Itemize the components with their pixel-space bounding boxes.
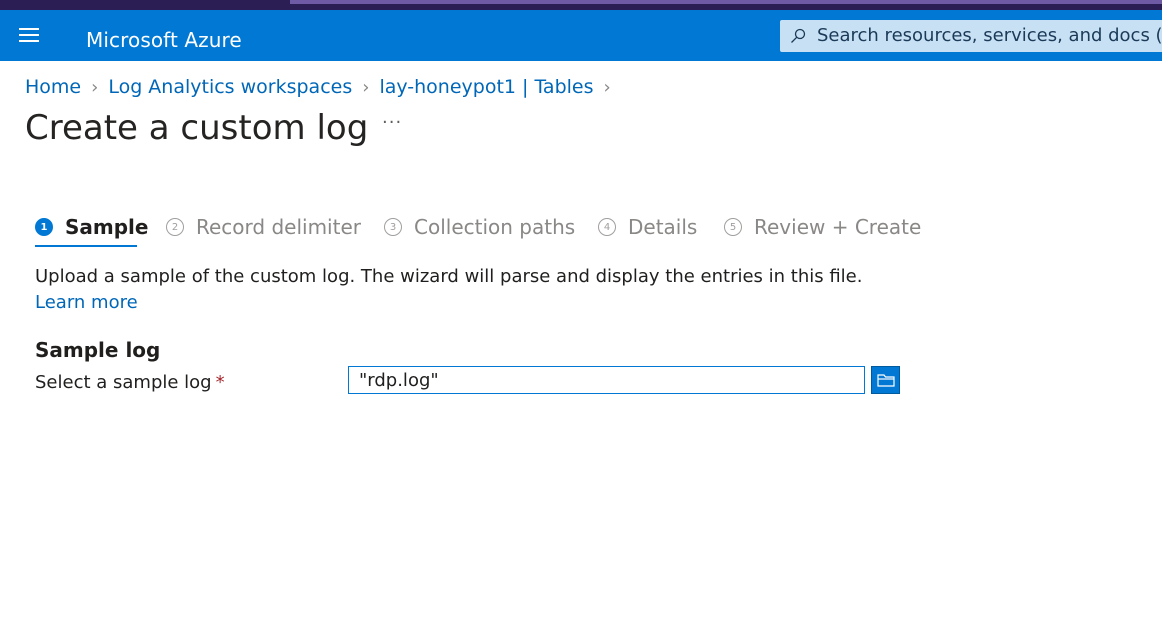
browse-file-button[interactable] xyxy=(871,366,900,394)
chevron-right-icon: › xyxy=(603,76,611,98)
step-description: Upload a sample of the custom log. The w… xyxy=(35,264,905,316)
hamburger-icon[interactable] xyxy=(19,28,39,42)
chevron-right-icon: › xyxy=(362,76,370,98)
page-title: Create a custom log xyxy=(25,108,369,148)
section-title: Sample log xyxy=(35,338,161,362)
step-number: 2 xyxy=(166,218,184,236)
brand-title[interactable]: Microsoft Azure xyxy=(86,28,242,52)
browser-top-strip xyxy=(0,0,1162,10)
step-number: 1 xyxy=(35,218,53,236)
step-number: 5 xyxy=(724,218,742,236)
step-label: Details xyxy=(628,215,698,239)
breadcrumb: Home › Log Analytics workspaces › lay-ho… xyxy=(25,74,621,100)
description-text: Upload a sample of the custom log. The w… xyxy=(35,266,863,287)
field-label-text: Select a sample log xyxy=(35,372,212,393)
browser-tab-bar xyxy=(290,0,1162,4)
step-number: 4 xyxy=(598,218,616,236)
breadcrumb-log-analytics[interactable]: Log Analytics workspaces xyxy=(108,76,352,98)
folder-icon xyxy=(876,374,895,387)
step-review-create[interactable]: 5 Review + Create xyxy=(724,212,921,242)
required-marker: * xyxy=(215,372,225,393)
learn-more-link[interactable]: Learn more xyxy=(35,292,138,313)
step-details[interactable]: 4 Details xyxy=(598,212,697,242)
step-number: 3 xyxy=(384,218,402,236)
search-placeholder: Search resources, services, and docs (G+… xyxy=(817,25,1162,46)
global-search[interactable]: Search resources, services, and docs (G+… xyxy=(780,20,1162,52)
breadcrumb-home[interactable]: Home xyxy=(25,76,81,98)
step-label: Sample xyxy=(65,215,149,239)
step-label: Record delimiter xyxy=(196,215,361,239)
active-step-indicator xyxy=(35,245,137,247)
step-sample[interactable]: 1 Sample xyxy=(35,212,148,242)
azure-header: Microsoft Azure Search resources, servic… xyxy=(0,10,1162,61)
sample-log-label: Select a sample log * xyxy=(35,372,225,393)
chevron-right-icon: › xyxy=(91,76,99,98)
more-options-icon[interactable]: ··· xyxy=(382,112,402,133)
step-record-delimiter[interactable]: 2 Record delimiter xyxy=(166,212,361,242)
step-label: Review + Create xyxy=(754,215,922,239)
step-collection-paths[interactable]: 3 Collection paths xyxy=(384,212,575,242)
breadcrumb-workspace-tables[interactable]: lay-honeypot1 | Tables xyxy=(379,76,593,98)
search-icon xyxy=(791,28,806,43)
sample-log-file-input[interactable] xyxy=(348,366,865,394)
step-label: Collection paths xyxy=(414,215,576,239)
